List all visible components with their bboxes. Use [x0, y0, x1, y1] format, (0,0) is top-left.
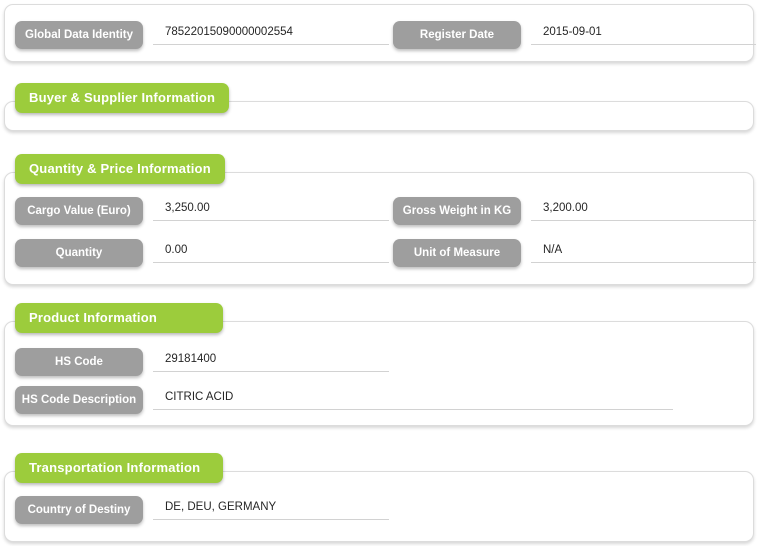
section-title-transportation[interactable]: Transportation Information	[15, 453, 223, 483]
label-country-of-destiny: Country of Destiny	[15, 496, 143, 524]
label-global-data-identity: Global Data Identity	[15, 21, 143, 49]
value-country-of-destiny[interactable]: DE, DEU, GERMANY	[153, 496, 389, 520]
label-hs-code: HS Code	[15, 348, 143, 376]
label-quantity: Quantity	[15, 239, 143, 267]
value-global-data-identity[interactable]: 78522015090000002554	[153, 21, 389, 45]
panel-quantity-price: Quantity & Price Information Cargo Value…	[4, 154, 756, 285]
section-title-quantity-price[interactable]: Quantity & Price Information	[15, 154, 225, 184]
value-quantity[interactable]: 0.00	[153, 239, 389, 263]
section-title-product[interactable]: Product Information	[15, 303, 223, 333]
label-gross-weight: Gross Weight in KG	[393, 197, 521, 225]
section-title-buyer-supplier[interactable]: Buyer & Supplier Information	[15, 83, 230, 113]
panel-transportation: Transportation Information Country of De…	[4, 453, 754, 542]
panel-product: Product Information HS Code 29181400 HS …	[4, 303, 754, 426]
panel-buyer-supplier: Buyer & Supplier Information	[4, 83, 754, 131]
value-hs-code[interactable]: 29181400	[153, 348, 389, 372]
value-hs-code-description[interactable]: CITRIC ACID	[153, 386, 673, 410]
label-hs-code-description: HS Code Description	[15, 386, 143, 414]
label-unit-of-measure: Unit of Measure	[393, 239, 521, 267]
label-cargo-value: Cargo Value (Euro)	[15, 197, 143, 225]
value-gross-weight[interactable]: 3,200.00	[531, 197, 756, 221]
record-detail-page: Global Data Identity 7852201509000000255…	[0, 0, 768, 546]
value-register-date[interactable]: 2015-09-01	[531, 21, 756, 45]
label-register-date: Register Date	[393, 21, 521, 49]
value-unit-of-measure[interactable]: N/A	[531, 239, 756, 263]
panel-identity: Global Data Identity 7852201509000000255…	[4, 4, 756, 62]
value-cargo-value[interactable]: 3,250.00	[153, 197, 389, 221]
